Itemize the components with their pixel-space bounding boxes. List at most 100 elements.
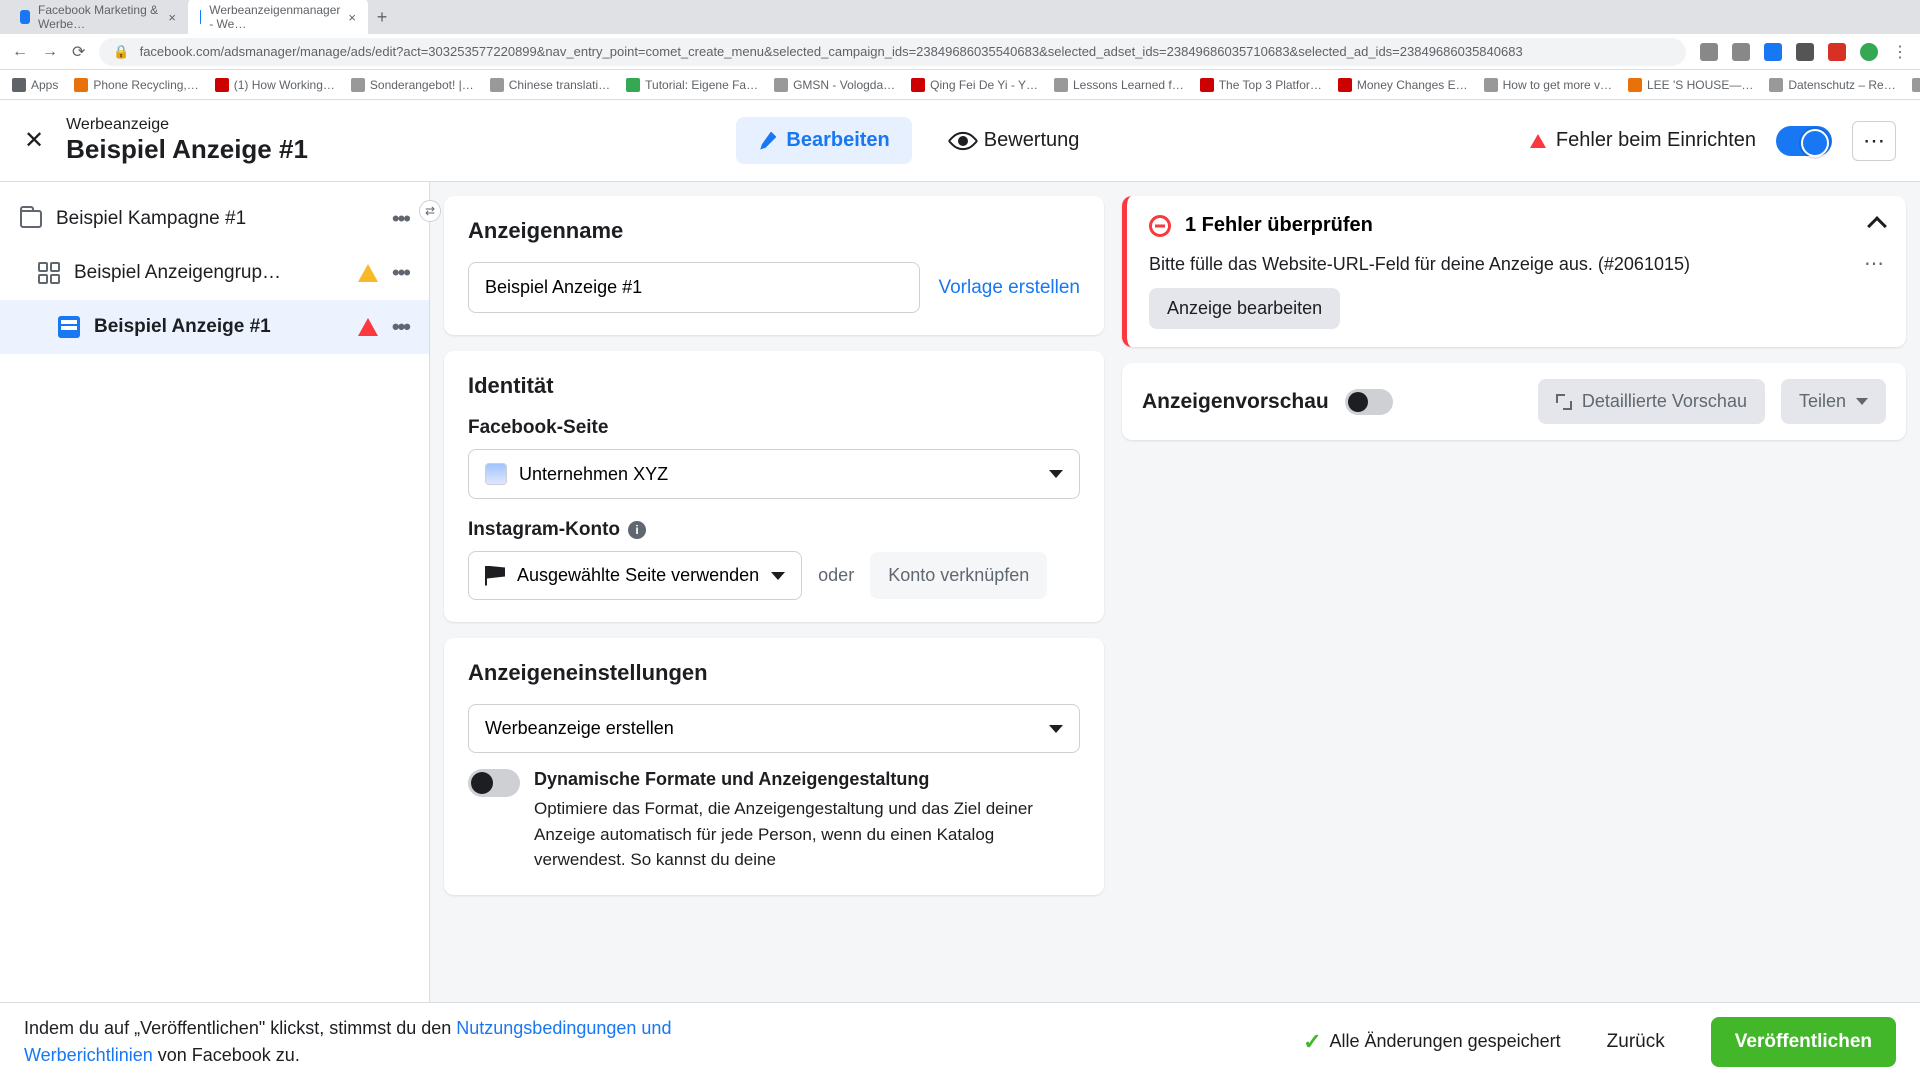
more-icon[interactable]: ••• xyxy=(392,206,409,232)
chevron-up-icon[interactable] xyxy=(1867,216,1887,236)
dropdown-value: Werbeanzeige erstellen xyxy=(485,718,674,739)
more-icon[interactable]: ⋯ xyxy=(1864,251,1884,276)
ad-type-dropdown[interactable]: Werbeanzeige erstellen xyxy=(468,704,1080,753)
right-column: 1 Fehler überprüfen Bitte fülle das Webs… xyxy=(1118,182,1920,1002)
bookmark-item[interactable]: Tutorial: Eigene Fa… xyxy=(626,78,758,92)
warning-icon xyxy=(358,264,378,282)
detailed-preview-button[interactable]: Detaillierte Vorschau xyxy=(1538,379,1765,424)
dropdown-value: Unternehmen XYZ xyxy=(519,464,668,485)
menu-icon[interactable]: ⋮ xyxy=(1892,42,1908,62)
error-heading: 1 Fehler überprüfen xyxy=(1185,214,1373,237)
identity-card: Identität Facebook-Seite Unternehmen XYZ… xyxy=(444,351,1104,622)
tab-edit[interactable]: Bearbeiten xyxy=(736,117,911,164)
share-button[interactable]: Teilen xyxy=(1781,379,1886,424)
bookmark-item[interactable]: The Top 3 Platfor… xyxy=(1200,78,1322,92)
chevron-down-icon xyxy=(1049,725,1063,733)
bookmark-item[interactable]: Student Wants an… xyxy=(1912,78,1920,92)
section-heading: Anzeigeneinstellungen xyxy=(468,660,1080,686)
tree-label: Beispiel Anzeigengrup… xyxy=(74,262,344,284)
check-icon: ✓ xyxy=(1303,1029,1321,1055)
button-label: Teilen xyxy=(1799,391,1846,412)
back-button[interactable]: Zurück xyxy=(1583,1017,1689,1067)
edit-ad-button[interactable]: Anzeige bearbeiten xyxy=(1149,288,1340,329)
tree-label: Beispiel Anzeige #1 xyxy=(94,316,344,338)
tab-review[interactable]: Bewertung xyxy=(930,117,1102,164)
form-column: Anzeigenname Vorlage erstellen Identität… xyxy=(430,182,1118,1002)
bookmark-item[interactable]: Lessons Learned f… xyxy=(1054,78,1184,92)
apps-button[interactable]: Apps xyxy=(12,78,58,92)
extension-icon[interactable] xyxy=(1828,43,1846,61)
close-icon[interactable]: × xyxy=(348,10,356,25)
more-menu-button[interactable]: ⋯ xyxy=(1852,121,1896,161)
page-title: Beispiel Anzeige #1 xyxy=(66,134,308,165)
bookmark-item[interactable]: GMSN - Vologda… xyxy=(774,78,895,92)
header-tabs: Bearbeiten Bewertung xyxy=(308,117,1530,164)
button-label: Detaillierte Vorschau xyxy=(1582,391,1747,412)
preview-bar: Anzeigenvorschau Detaillierte Vorschau T… xyxy=(1122,363,1906,440)
url-input[interactable]: 🔒 facebook.com/adsmanager/manage/ads/edi… xyxy=(99,38,1686,66)
dynamic-formats-toggle[interactable] xyxy=(468,769,520,797)
bookmark-item[interactable]: How to get more v… xyxy=(1484,78,1612,92)
ig-label: Instagram-Konto i xyxy=(468,519,1080,541)
or-text: oder xyxy=(818,565,854,586)
dropdown-value: Ausgewählte Seite verwenden xyxy=(517,565,759,586)
nav-tree: ⇄ Beispiel Kampagne #1 ••• Beispiel Anze… xyxy=(0,182,430,1002)
error-message: Bitte fülle das Website-URL-Feld für dei… xyxy=(1149,251,1850,278)
tree-campaign[interactable]: Beispiel Kampagne #1 ••• xyxy=(0,192,429,246)
tree-label: Beispiel Kampagne #1 xyxy=(56,208,378,230)
tab-strip: Facebook Marketing & Werbe… × Werbeanzei… xyxy=(0,0,1920,34)
ad-name-input[interactable] xyxy=(468,262,920,313)
new-tab-button[interactable]: + xyxy=(368,7,396,28)
extension-icon[interactable] xyxy=(1732,43,1750,61)
address-bar: ← → ⟳ 🔒 facebook.com/adsmanager/manage/a… xyxy=(0,34,1920,70)
bookmark-item[interactable]: Money Changes E… xyxy=(1338,78,1468,92)
more-icon[interactable]: ••• xyxy=(392,260,409,286)
preview-toggle[interactable] xyxy=(1345,389,1393,415)
info-icon[interactable]: i xyxy=(628,521,646,539)
extension-icon[interactable] xyxy=(1700,43,1718,61)
bookmark-item[interactable]: LEE 'S HOUSE—… xyxy=(1628,78,1753,92)
reload-icon[interactable]: ⟳ xyxy=(72,42,85,62)
error-icon xyxy=(1530,134,1546,148)
bookmark-item[interactable]: (1) How Working… xyxy=(215,78,335,92)
bookmark-item[interactable]: Qing Fei De Yi - Y… xyxy=(911,78,1038,92)
tab-title: Werbeanzeigenmanager - We… xyxy=(209,3,340,31)
bookmark-item[interactable]: Datenschutz – Re… xyxy=(1769,78,1895,92)
terms-text: Indem du auf „Veröffentlichen" klickst, … xyxy=(24,1015,804,1069)
profile-icon[interactable] xyxy=(1860,43,1878,61)
publish-button[interactable]: Veröffentlichen xyxy=(1711,1017,1896,1067)
close-icon[interactable]: × xyxy=(168,10,176,25)
create-template-link[interactable]: Vorlage erstellen xyxy=(938,277,1080,299)
favicon-icon xyxy=(20,10,30,24)
link-account-button[interactable]: Konto verknüpfen xyxy=(870,552,1047,599)
setup-error-status: Fehler beim Einrichten xyxy=(1530,129,1756,152)
browser-tab[interactable]: Facebook Marketing & Werbe… × xyxy=(8,0,188,37)
more-icon[interactable]: ••• xyxy=(392,314,409,340)
tab-title: Facebook Marketing & Werbe… xyxy=(38,3,160,31)
ig-account-dropdown[interactable]: Ausgewählte Seite verwenden xyxy=(468,551,802,600)
status-toggle[interactable] xyxy=(1776,126,1832,156)
ad-icon xyxy=(58,316,80,338)
app-header: ✕ Werbeanzeige Beispiel Anzeige #1 Bearb… xyxy=(0,100,1920,182)
save-label: Alle Änderungen gespeichert xyxy=(1330,1031,1561,1052)
back-icon[interactable]: ← xyxy=(12,43,28,61)
bookmark-item[interactable]: Sonderangebot! |… xyxy=(351,78,474,92)
extension-icon[interactable] xyxy=(1796,43,1814,61)
toolbar-icons: ⋮ xyxy=(1700,42,1908,62)
section-heading: Identität xyxy=(468,373,1080,399)
tree-ad-selected[interactable]: Beispiel Anzeige #1 ••• xyxy=(0,300,429,354)
extension-icon[interactable] xyxy=(1764,43,1782,61)
ad-settings-card: Anzeigeneinstellungen Werbeanzeige erste… xyxy=(444,638,1104,895)
close-icon[interactable]: ✕ xyxy=(24,126,44,155)
bookmark-item[interactable]: Phone Recycling,… xyxy=(74,78,198,92)
preview-title: Anzeigenvorschau xyxy=(1142,390,1329,414)
bookmark-item[interactable]: Chinese translati… xyxy=(490,78,610,92)
chevron-down-icon xyxy=(1856,398,1868,405)
tree-adset[interactable]: Beispiel Anzeigengrup… ••• xyxy=(0,246,429,300)
browser-tab-active[interactable]: Werbeanzeigenmanager - We… × xyxy=(188,0,368,37)
entity-type: Werbeanzeige xyxy=(66,116,308,134)
dynamic-title: Dynamische Formate und Anzeigengestaltun… xyxy=(534,769,1080,790)
fb-page-dropdown[interactable]: Unternehmen XYZ xyxy=(468,449,1080,499)
forward-icon[interactable]: → xyxy=(42,43,58,61)
header-right: Fehler beim Einrichten ⋯ xyxy=(1530,121,1896,161)
